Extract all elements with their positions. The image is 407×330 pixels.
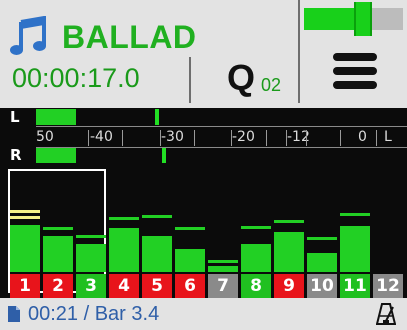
- channel-strip-4[interactable]: 4: [109, 166, 139, 298]
- scale-tick: [306, 130, 307, 146]
- scale-tick: [231, 130, 232, 146]
- channel-number-label[interactable]: 1: [10, 274, 40, 298]
- channel-level-bar: [43, 236, 73, 272]
- song-title: BALLAD: [62, 19, 197, 55]
- scale-tick: [376, 130, 377, 146]
- scale-tick: [266, 130, 267, 146]
- channel-number-label[interactable]: 2: [43, 274, 73, 298]
- channel-volume-marker: [307, 237, 337, 240]
- music-note-icon: [10, 16, 46, 55]
- status-bar: 00:21 / Bar 3.4: [0, 298, 407, 330]
- channel-peak-marker: [10, 210, 40, 213]
- channel-volume-marker: [10, 216, 40, 219]
- channel-volume-marker: [208, 260, 238, 263]
- meter-channel-label-right: R: [10, 146, 22, 164]
- scale-tick: [122, 130, 123, 146]
- channel-level-bar: [241, 244, 271, 272]
- quick-preset-letter: Q: [227, 57, 256, 98]
- scale-tick: [88, 130, 89, 146]
- channel-number-label[interactable]: 12: [373, 274, 403, 298]
- meter-peak-left: [155, 109, 159, 125]
- channel-number-label[interactable]: 5: [142, 274, 172, 298]
- scale-label: -30: [161, 129, 184, 145]
- channel-number-label[interactable]: 4: [109, 274, 139, 298]
- song-info[interactable]: BALLAD 00:00:17.0: [0, 0, 196, 100]
- scale-tick: [340, 130, 341, 146]
- channel-strip-3[interactable]: 3: [76, 166, 106, 298]
- channel-level-bar: [10, 225, 40, 272]
- meter-peak-right: [162, 147, 166, 163]
- channel-level-bar: [142, 236, 172, 272]
- channel-volume-marker: [241, 226, 271, 229]
- channel-number-label[interactable]: 11: [340, 274, 370, 298]
- channel-number-label[interactable]: 10: [307, 274, 337, 298]
- channel-volume-marker: [43, 227, 73, 230]
- scale-tick: [160, 130, 161, 146]
- metronome-icon[interactable]: [376, 303, 396, 325]
- scale-tick: [286, 130, 287, 146]
- channel-volume-marker: [274, 220, 304, 223]
- channel-volume-marker: [340, 213, 370, 216]
- channel-strip-1[interactable]: 1: [10, 166, 40, 298]
- quick-preset-button[interactable]: Q 02: [191, 55, 299, 103]
- channel-strip-12[interactable]: 12: [373, 166, 403, 298]
- scale-label: -20: [232, 129, 255, 145]
- channel-level-bar: [175, 249, 205, 272]
- channel-volume-marker: [76, 235, 106, 238]
- menu-button[interactable]: [300, 40, 407, 103]
- channel-strip-9[interactable]: 9: [274, 166, 304, 298]
- document-icon: [8, 306, 20, 322]
- meter-bar-left: [36, 109, 76, 125]
- scale-label: -40: [90, 129, 113, 145]
- quick-preset-number: 02: [261, 75, 282, 95]
- channel-strip-2[interactable]: 2: [43, 166, 73, 298]
- channel-level-bar: [208, 266, 238, 272]
- scale-label: 0: [358, 129, 367, 145]
- meter-scale: 50 -40 -30 -20 -12 0 L: [36, 126, 407, 148]
- channel-mixer: 1 2 3 4 5 6 7 8 9 10 11 12: [0, 166, 407, 298]
- channel-level-bar: [340, 226, 370, 272]
- channel-strip-7[interactable]: 7: [208, 166, 238, 298]
- channel-number-label[interactable]: 7: [208, 274, 238, 298]
- channel-volume-marker: [142, 215, 172, 218]
- channel-number-label[interactable]: 9: [274, 274, 304, 298]
- channel-level-bar: [307, 253, 337, 272]
- scale-label: 50: [36, 129, 54, 145]
- scale-tick: [194, 130, 195, 146]
- output-level-meter: L R 50 -40 -30 -20 -12 0 L: [0, 108, 407, 166]
- channel-level-bar: [76, 244, 106, 272]
- channel-strip-8[interactable]: 8: [241, 166, 271, 298]
- channel-level-bar: [274, 232, 304, 272]
- channel-level-bar: [109, 228, 139, 272]
- mixer-screen: BALLAD 00:00:17.0 Q 02 L R 50 -40 -30 -2…: [0, 0, 407, 330]
- channel-number-label[interactable]: 3: [76, 274, 106, 298]
- channel-volume-marker: [175, 227, 205, 230]
- channel-strip-10[interactable]: 10: [307, 166, 337, 298]
- master-volume-slider[interactable]: [300, 0, 407, 40]
- volume-knob[interactable]: [354, 2, 372, 36]
- top-bar: BALLAD 00:00:17.0 Q 02: [0, 0, 407, 108]
- channel-strip-11[interactable]: 11: [340, 166, 370, 298]
- meter-channel-label-left: L: [10, 108, 20, 126]
- playback-position: 00:21 / Bar 3.4: [28, 303, 160, 325]
- scale-label: L: [384, 129, 392, 145]
- channel-number-label[interactable]: 8: [241, 274, 271, 298]
- channel-strip-6[interactable]: 6: [175, 166, 205, 298]
- meter-bar-right: [36, 147, 76, 163]
- channel-volume-marker: [109, 217, 139, 220]
- hamburger-menu-icon: [333, 53, 377, 89]
- channel-strip-5[interactable]: 5: [142, 166, 172, 298]
- song-time: 00:00:17.0: [12, 63, 140, 93]
- channel-number-label[interactable]: 6: [175, 274, 205, 298]
